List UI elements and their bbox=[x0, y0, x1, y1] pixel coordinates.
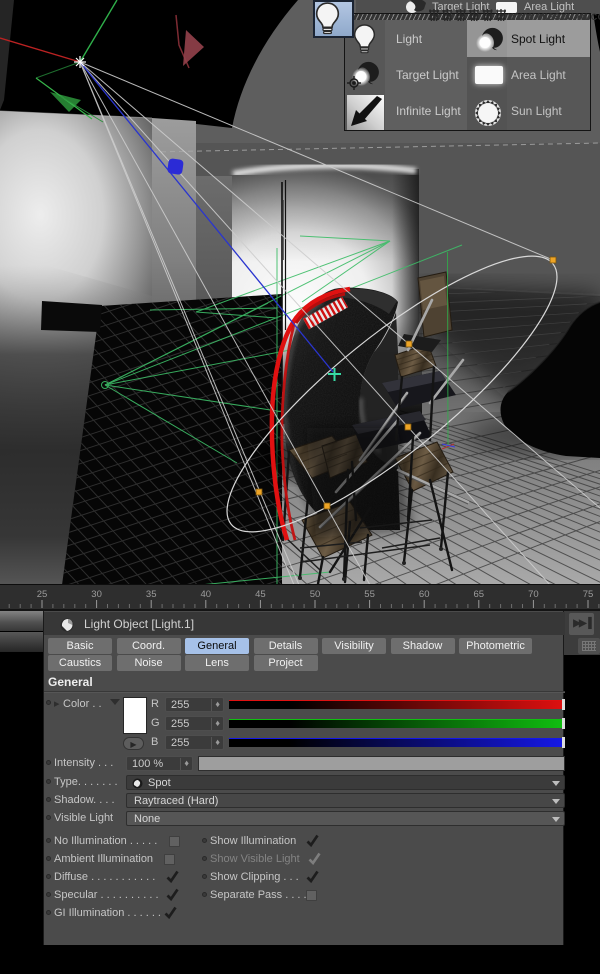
svg-text:25: 25 bbox=[37, 589, 48, 600]
svg-text:40: 40 bbox=[201, 589, 212, 600]
svg-text:30: 30 bbox=[91, 589, 102, 600]
svg-text:60: 60 bbox=[419, 589, 430, 600]
svg-text:45: 45 bbox=[255, 589, 266, 600]
svg-text:70: 70 bbox=[528, 589, 539, 600]
svg-text:65: 65 bbox=[474, 589, 485, 600]
svg-text:75: 75 bbox=[583, 589, 594, 600]
svg-text:55: 55 bbox=[364, 589, 375, 600]
svg-text:50: 50 bbox=[310, 589, 321, 600]
svg-text:35: 35 bbox=[146, 589, 157, 600]
